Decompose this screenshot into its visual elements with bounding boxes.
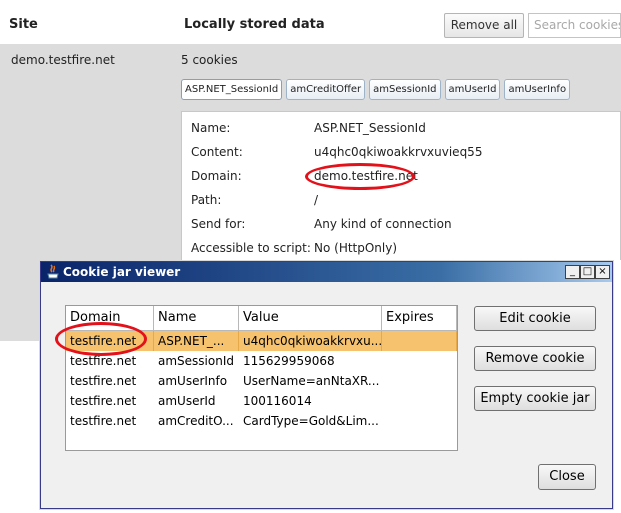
maximize-button[interactable]: □ xyxy=(580,265,595,279)
detail-label: Accessible to script: xyxy=(191,241,311,255)
cookie-chip[interactable]: amUserId xyxy=(444,79,501,100)
remove-cookie-button[interactable]: Remove cookie xyxy=(474,346,596,371)
column-header-name[interactable]: Name xyxy=(154,306,239,331)
cell-name: amCreditO... xyxy=(158,414,234,428)
table-row[interactable]: testfire.net amCreditO... CardType=Gold&… xyxy=(66,411,457,431)
detail-label: Content: xyxy=(191,145,243,159)
detail-label: Path: xyxy=(191,193,222,207)
cell-expires xyxy=(382,351,457,371)
empty-cookie-jar-button[interactable]: Empty cookie jar xyxy=(474,386,596,411)
cell-expires xyxy=(382,371,457,391)
cell-name: ASP.NET_... xyxy=(154,331,239,351)
detail-value: No (HttpOnly) xyxy=(314,241,398,255)
cookie-chip[interactable]: amSessionId xyxy=(369,79,441,100)
dialog-titlebar[interactable]: Cookie jar viewer _ □ × xyxy=(41,262,612,282)
minimize-button[interactable]: _ xyxy=(565,265,580,279)
remove-all-button[interactable]: Remove all xyxy=(444,13,524,38)
domain-cell-highlight-ellipse xyxy=(55,322,147,356)
cell-name: amUserInfo xyxy=(158,374,228,388)
cookie-jar-viewer-dialog: Cookie jar viewer _ □ × Domain Name Valu… xyxy=(40,261,613,509)
cell-name: amSessionId xyxy=(158,354,234,368)
cookie-chip[interactable]: amUserInfo xyxy=(504,79,571,100)
cell-value: CardType=Gold&Lim... xyxy=(243,414,379,428)
domain-highlight-ellipse xyxy=(305,163,415,190)
cookie-count: 5 cookies xyxy=(181,53,238,67)
detail-value: Any kind of connection xyxy=(314,217,452,231)
detail-value: ASP.NET_SessionId xyxy=(314,121,426,135)
site-column-header: Site xyxy=(9,17,38,32)
detail-label: Name: xyxy=(191,121,231,135)
cell-domain: testfire.net xyxy=(70,394,137,408)
stored-data-column-header: Locally stored data xyxy=(184,17,325,32)
cookie-chip[interactable]: ASP.NET_SessionId xyxy=(181,79,283,100)
close-button[interactable]: Close xyxy=(538,464,596,490)
cell-expires xyxy=(382,331,457,351)
detail-value: u4qhc0qkiwoakkrvxuvieq55 xyxy=(314,145,483,159)
site-list-item[interactable]: demo.testfire.net xyxy=(11,53,115,67)
column-header-expires[interactable]: Expires xyxy=(382,306,457,331)
cell-expires xyxy=(382,411,457,431)
cookie-settings-header: Site Locally stored data Remove all Sear… xyxy=(0,0,621,44)
java-icon xyxy=(47,264,59,279)
search-cookies-input[interactable]: Search cookies xyxy=(528,13,621,38)
cell-value: u4qhc0qkiwoakkrvxu... xyxy=(239,331,382,351)
detail-value: / xyxy=(314,193,319,207)
cookie-details-panel: Name: ASP.NET_SessionId Content: u4qhc0q… xyxy=(181,111,621,260)
close-window-button[interactable]: × xyxy=(595,265,610,279)
table-row[interactable]: testfire.net amUserInfo UserName=anNtaXR… xyxy=(66,371,457,391)
edit-cookie-button[interactable]: Edit cookie xyxy=(474,306,596,331)
cell-expires xyxy=(382,391,457,411)
cookie-chip[interactable]: amCreditOffer xyxy=(286,79,366,100)
cell-domain: testfire.net xyxy=(70,374,137,388)
cell-value: 100116014 xyxy=(243,394,312,408)
detail-label: Send for: xyxy=(191,217,246,231)
cell-name: amUserId xyxy=(158,394,216,408)
cell-value: UserName=anNtaXR... xyxy=(243,374,380,388)
cookie-chips: ASP.NET_SessionId amCreditOffer amSessio… xyxy=(181,79,571,100)
table-row[interactable]: testfire.net amSessionId 115629959068 xyxy=(66,351,457,371)
table-row[interactable]: testfire.net amUserId 100116014 xyxy=(66,391,457,411)
cell-value: 115629959068 xyxy=(243,354,335,368)
detail-label: Domain: xyxy=(191,169,242,183)
column-header-value[interactable]: Value xyxy=(239,306,382,331)
cell-domain: testfire.net xyxy=(70,414,137,428)
dialog-title: Cookie jar viewer xyxy=(63,265,181,279)
